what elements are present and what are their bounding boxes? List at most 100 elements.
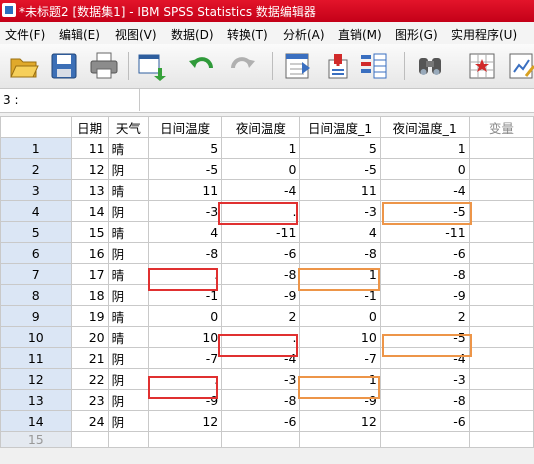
cell-empty[interactable] [107,431,150,448]
cell-weather[interactable]: 晴 [107,263,150,285]
cell-weather[interactable]: 晴 [107,137,150,159]
menu-view[interactable]: 视图(V) [115,26,157,43]
cell-date[interactable]: 18 [70,284,109,306]
cell-date[interactable]: 21 [70,347,109,369]
cell-date[interactable]: 17 [70,263,109,285]
cell-night-temp[interactable]: 1 [221,137,301,159]
cell-empty[interactable] [468,137,534,159]
cell-night-temp-1[interactable]: -6 [379,410,470,432]
cell-day-temp-1[interactable]: 5 [299,137,381,159]
cell-empty[interactable] [468,158,534,180]
cell-night-temp[interactable]: . [221,326,301,348]
cell-night-temp[interactable]: -6 [221,410,301,432]
cell-date[interactable]: 13 [70,179,109,201]
cell-weather[interactable]: 阴 [107,200,150,222]
column-header-day-temp[interactable]: 日间温度 [148,116,223,138]
column-header-night-temp-1[interactable]: 夜间温度_1 [379,116,470,138]
row-number[interactable]: 4 [0,200,72,222]
cell-date[interactable]: 12 [70,158,109,180]
cell-empty[interactable] [299,431,381,448]
column-header-variable-placeholder[interactable]: 变量 [468,116,534,138]
cell-night-temp-1[interactable]: -3 [379,368,470,390]
cell-weather[interactable]: 阴 [107,347,150,369]
find-icon[interactable] [414,50,446,82]
redo-icon[interactable] [226,50,258,82]
cell-weather[interactable]: 阴 [107,158,150,180]
row-number[interactable]: 15 [0,431,72,448]
cell-night-temp[interactable]: . [221,200,301,222]
cell-night-temp[interactable]: -11 [221,221,301,243]
cell-weather[interactable]: 晴 [107,179,150,201]
cell-empty[interactable] [468,242,534,264]
cell-empty[interactable] [468,263,534,285]
cell-day-temp-1[interactable]: -9 [299,389,381,411]
cell-night-temp-1[interactable]: -5 [379,200,470,222]
open-folder-icon[interactable] [8,50,40,82]
cell-day-temp[interactable]: -5 [148,158,223,180]
menu-graphs[interactable]: 图形(G) [395,26,438,43]
cell-date[interactable]: 15 [70,221,109,243]
cell-empty[interactable] [468,305,534,327]
cell-night-temp[interactable]: 0 [221,158,301,180]
cell-night-temp[interactable]: -8 [221,389,301,411]
cell-day-temp[interactable]: -3 [148,200,223,222]
dialog-recall-icon[interactable] [136,50,168,82]
cell-weather[interactable]: 阴 [107,368,150,390]
cell-weather[interactable]: 阴 [107,410,150,432]
save-icon[interactable] [48,50,80,82]
menu-direct-marketing[interactable]: 直销(M) [338,26,382,43]
cell-night-temp-1[interactable]: -4 [379,179,470,201]
column-header-weather[interactable]: 天气 [107,116,150,138]
column-header-night-temp[interactable]: 夜间温度 [221,116,301,138]
row-number[interactable]: 7 [0,263,72,285]
column-header-date[interactable]: 日期 [70,116,109,138]
cell-date[interactable]: 14 [70,200,109,222]
cell-date[interactable]: 16 [70,242,109,264]
cell-day-temp[interactable]: . [148,263,223,285]
cell-night-temp-1[interactable]: 2 [379,305,470,327]
row-number[interactable]: 1 [0,137,72,159]
goto-variable-icon[interactable] [322,50,354,82]
cell-empty[interactable] [468,410,534,432]
cell-day-temp[interactable]: 10 [148,326,223,348]
row-number[interactable]: 13 [0,389,72,411]
cell-day-temp-1[interactable]: -3 [299,200,381,222]
cell-night-temp-1[interactable]: 1 [379,137,470,159]
row-number[interactable]: 6 [0,242,72,264]
split-file-icon[interactable] [506,50,534,82]
cell-day-temp[interactable]: 5 [148,137,223,159]
cell-night-temp[interactable]: -6 [221,242,301,264]
row-number[interactable]: 14 [0,410,72,432]
cell-day-temp-1[interactable]: 1 [299,368,381,390]
cell-day-temp[interactable]: 12 [148,410,223,432]
cell-night-temp-1[interactable]: -9 [379,284,470,306]
cell-empty[interactable] [468,284,534,306]
cell-date[interactable]: 22 [70,368,109,390]
cell-night-temp-1[interactable]: -11 [379,221,470,243]
cell-night-temp[interactable]: -9 [221,284,301,306]
cell-day-temp-1[interactable]: 12 [299,410,381,432]
cell-empty[interactable] [468,368,534,390]
cell-weather[interactable]: 阴 [107,242,150,264]
spss-app-icon[interactable] [2,3,16,17]
cell-day-temp[interactable]: -8 [148,242,223,264]
menu-utilities[interactable]: 实用程序(U) [451,26,517,43]
cell-day-temp-1[interactable]: 0 [299,305,381,327]
variables-icon[interactable] [358,50,390,82]
cell-night-temp-1[interactable]: -4 [379,347,470,369]
row-number[interactable]: 5 [0,221,72,243]
cell-empty[interactable] [468,389,534,411]
cell-night-temp-1[interactable]: -5 [379,326,470,348]
cell-night-temp-1[interactable]: 0 [379,158,470,180]
cell-empty[interactable] [379,431,470,448]
cell-night-temp-1[interactable]: -8 [379,263,470,285]
row-number[interactable]: 10 [0,326,72,348]
cell-weather[interactable]: 晴 [107,221,150,243]
cell-night-temp[interactable]: -8 [221,263,301,285]
cell-date[interactable]: 24 [70,410,109,432]
cell-day-temp[interactable]: 4 [148,221,223,243]
cell-day-temp-1[interactable]: -5 [299,158,381,180]
cell-day-temp[interactable]: 0 [148,305,223,327]
cell-day-temp[interactable]: . [148,368,223,390]
undo-icon[interactable] [186,50,218,82]
